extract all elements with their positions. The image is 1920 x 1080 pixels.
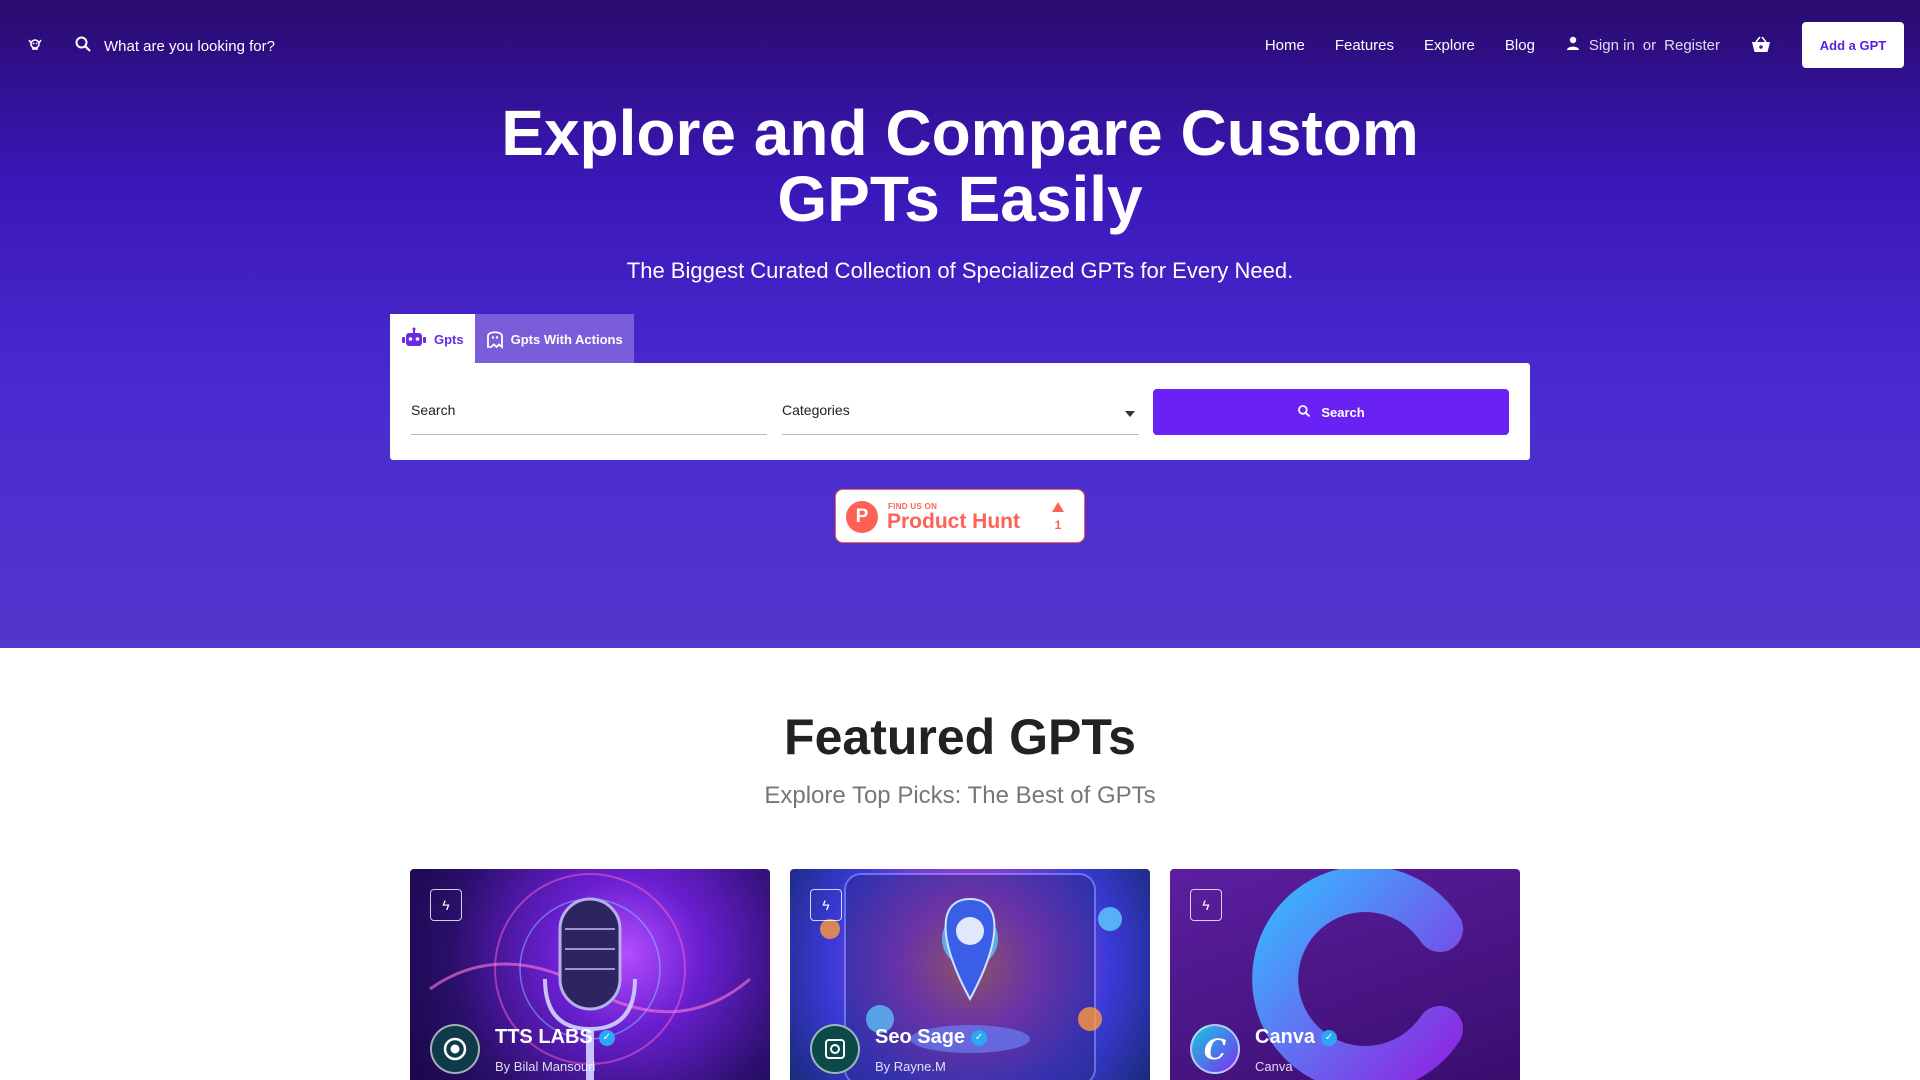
featured-card-tts-labs[interactable]: ϟ TTS LABS ✓ By Bilal Mansouri (410, 869, 770, 1080)
search-tabs: Gpts Gpts With Actions (390, 314, 634, 364)
categories-select[interactable]: Categories (782, 389, 1139, 435)
search-button[interactable]: Search (1153, 389, 1509, 435)
verified-badge-icon: ✓ (598, 1029, 615, 1046)
product-hunt-badge[interactable]: P FIND US ON Product Hunt 1 (835, 489, 1085, 543)
nav-links: Home Features Explore Blog Sign in or Re… (1265, 34, 1772, 56)
search-button-label: Search (1321, 404, 1365, 420)
robot-icon (401, 327, 427, 352)
card-title-text: Canva (1255, 1026, 1316, 1048)
hero-section: What are you looking for? Home Features … (0, 0, 1920, 648)
seo-sage-avatar (810, 1024, 860, 1074)
signin-or: or (1642, 36, 1657, 54)
categories-label: Categories (782, 402, 850, 418)
nav-link-features[interactable]: Features (1335, 37, 1394, 54)
user-icon (1565, 35, 1581, 55)
signin-link[interactable]: Sign in (1589, 37, 1635, 54)
product-hunt-upvote-count: 1 (1054, 518, 1062, 532)
register-link[interactable]: Register (1664, 37, 1720, 54)
nav-link-home[interactable]: Home (1265, 37, 1305, 54)
hero-title-line-1: Explore and Compare Custom (501, 97, 1419, 169)
card-title-text: Seo Sage (875, 1026, 966, 1048)
featured-title: Featured GPTs (784, 709, 1136, 765)
tts-labs-avatar (430, 1024, 480, 1074)
search-field[interactable]: Search (411, 389, 767, 435)
top-search[interactable]: What are you looking for? (74, 35, 275, 57)
robot-hand-icon[interactable] (26, 36, 44, 54)
search-icon (1297, 404, 1311, 421)
nav-link-blog[interactable]: Blog (1505, 37, 1535, 54)
lightning-icon: ϟ (810, 889, 842, 921)
verified-badge-icon: ✓ (971, 1029, 988, 1046)
featured-subtitle: Explore Top Picks: The Best of GPTs (764, 782, 1156, 809)
canva-avatar: C (1190, 1024, 1240, 1074)
signin-register: Sign in or Register (1565, 35, 1720, 55)
search-panel: Search Categories Search (390, 363, 1530, 460)
tab-gpts[interactable]: Gpts (390, 314, 475, 364)
tab-gpts-with-actions[interactable]: Gpts With Actions (474, 314, 634, 364)
tab-gpts-with-actions-label: Gpts With Actions (510, 331, 623, 347)
tab-gpts-label: Gpts (434, 331, 464, 347)
card-title: TTS LABS ✓ (495, 1026, 615, 1049)
lightning-icon: ϟ (1190, 889, 1222, 921)
upvote-arrow-icon (1052, 502, 1064, 512)
hero-subtitle: The Biggest Curated Collection of Specia… (626, 258, 1294, 283)
product-hunt-big-text: Product Hunt (887, 510, 1020, 533)
dropdown-caret-icon (1125, 411, 1135, 417)
hero-title-line-2: GPTs Easily (777, 163, 1143, 235)
featured-card-canva[interactable]: ϟ C Canva ✓ Canva (1170, 869, 1520, 1080)
verified-badge-icon: ✓ (1321, 1029, 1338, 1046)
card-author: By Rayne.M (875, 1059, 946, 1074)
lightning-icon: ϟ (430, 889, 462, 921)
nav-link-explore[interactable]: Explore (1424, 37, 1475, 54)
hero-title: Explore and Compare Custom GPTs Easily (0, 100, 1920, 232)
card-title-text: TTS LABS (495, 1026, 593, 1048)
search-icon (74, 35, 92, 57)
featured-card-seo-sage[interactable]: ϟ Seo Sage ✓ By Rayne.M (790, 869, 1150, 1080)
basket-icon[interactable] (1750, 34, 1772, 56)
product-hunt-logo-icon: P (846, 501, 878, 533)
top-search-placeholder[interactable]: What are you looking for? (104, 38, 275, 55)
card-title: Seo Sage ✓ (875, 1026, 988, 1049)
ghost-icon (486, 327, 504, 352)
card-author: Canva (1255, 1059, 1293, 1074)
add-gpt-button[interactable]: Add a GPT (1802, 22, 1904, 68)
card-title: Canva ✓ (1255, 1026, 1338, 1049)
search-field-label: Search (411, 402, 456, 418)
top-navigation: What are you looking for? Home Features … (0, 0, 1920, 90)
card-author: By Bilal Mansouri (495, 1059, 596, 1074)
